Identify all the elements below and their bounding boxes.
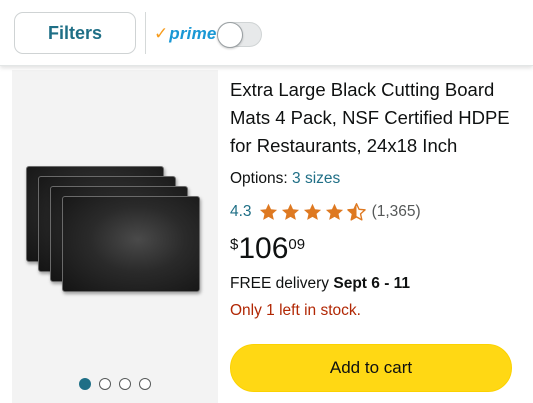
prime-logo: ✓ prime [154, 22, 217, 46]
gallery-pagination [79, 378, 151, 390]
product-image-gallery[interactable] [12, 70, 218, 403]
star-rating [258, 202, 367, 223]
star-full-icon [259, 203, 277, 220]
options-label: Options: [230, 170, 288, 187]
gallery-dot[interactable] [139, 378, 151, 390]
prime-label: prime [169, 24, 217, 43]
top-filter-bar: Filters ✓ prime [0, 0, 533, 66]
price-fraction: 09 [288, 236, 306, 253]
rating-row[interactable]: 4.3 (1,365) [230, 200, 421, 224]
delivery-dates: Sept 6 - 11 [333, 275, 411, 292]
prime-toggle[interactable] [217, 22, 262, 48]
gallery-dot-active[interactable] [79, 378, 91, 390]
options-sizes-link[interactable]: 3 sizes [292, 170, 340, 187]
stock-status: Only 1 left in stock. [230, 302, 361, 319]
add-to-cart-button[interactable]: Add to cart [230, 344, 512, 392]
price: $ 106 09 [230, 232, 305, 266]
divider [145, 12, 146, 54]
star-half-icon [346, 202, 366, 221]
star-full-icon [303, 203, 321, 220]
gallery-dot[interactable] [119, 378, 131, 390]
options-row: Options: 3 sizes [230, 170, 340, 188]
filters-button[interactable]: Filters [14, 12, 136, 54]
cutting-mat-image [62, 196, 200, 292]
price-whole: 106 [238, 232, 289, 265]
star-full-icon [281, 203, 299, 220]
toggle-knob [217, 22, 243, 48]
rating-value: 4.3 [230, 203, 252, 220]
prime-check-icon: ✓ [154, 24, 169, 43]
delivery-prefix: FREE delivery [230, 275, 330, 292]
rating-count: (1,365) [371, 203, 421, 220]
add-to-cart-label: Add to cart [329, 358, 413, 377]
filters-label: Filters [47, 22, 103, 43]
star-full-icon [325, 203, 343, 220]
delivery-info: FREE delivery Sept 6 - 11 [230, 275, 410, 293]
gallery-dot[interactable] [99, 378, 111, 390]
price-symbol: $ [230, 236, 239, 253]
product-title[interactable]: Extra Large Black Cutting Board Mats 4 P… [230, 76, 526, 160]
